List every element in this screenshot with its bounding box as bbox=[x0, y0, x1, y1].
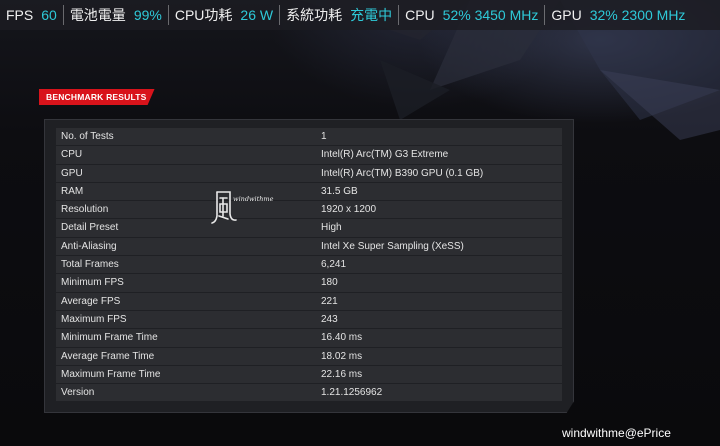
row-label: CPU bbox=[61, 149, 83, 161]
results-table: No. of Tests 1 CPU Intel(R) Arc(TM) G3 Extr… bbox=[56, 128, 562, 402]
row-label: Detail Preset bbox=[61, 222, 119, 234]
row-label: No. of Tests bbox=[61, 131, 114, 142]
osd-battery: 電池電量 99% bbox=[64, 5, 169, 25]
osd-cpu-power: CPU功耗 26 W bbox=[169, 5, 281, 25]
osd-cpu-power-label: CPU功耗 bbox=[174, 7, 233, 23]
osd-fps-value: 60 bbox=[41, 7, 57, 23]
table-row: Average FPS 221 bbox=[56, 292, 562, 310]
osd-battery-label: 電池電量 bbox=[69, 7, 126, 23]
table-row: No. of Tests 1 bbox=[56, 128, 562, 146]
table-row: Anti-Aliasing Intel Xe Super Sampling (Xe… bbox=[56, 237, 562, 256]
row-value: High bbox=[321, 222, 342, 234]
row-label: Maximum Frame Time bbox=[61, 368, 161, 380]
osd-system-power: 系統功耗 充電中 bbox=[280, 5, 400, 25]
osd-system-power-value: 充電中 bbox=[350, 7, 393, 23]
table-row: Version 1.21.1256962 bbox=[56, 384, 562, 402]
benchmark-results-header: BENCHMARK RESULTS bbox=[39, 89, 155, 105]
row-value: 1920 x 1200 bbox=[321, 204, 377, 216]
row-value: Intel(R) Arc(TM) B390 GPU (0.1 GB) bbox=[321, 167, 484, 179]
table-row: Total Frames 6,241 bbox=[56, 256, 562, 274]
row-value: 1.21.1256962 bbox=[321, 387, 383, 399]
table-row: CPU Intel(R) Arc(TM) G3 Extreme bbox=[56, 146, 562, 164]
row-label: Minimum Frame Time bbox=[61, 332, 158, 344]
row-label: Average FPS bbox=[61, 295, 121, 307]
table-row: Average Frame Time 18.02 ms bbox=[56, 347, 562, 365]
row-value: 16.40 ms bbox=[321, 332, 363, 344]
row-value: 180 bbox=[321, 277, 338, 289]
row-value: Intel(R) Arc(TM) G3 Extreme bbox=[321, 149, 449, 161]
table-row: Minimum Frame Time 16.40 ms bbox=[56, 329, 562, 347]
row-label: Version bbox=[61, 387, 95, 399]
row-label: RAM bbox=[61, 185, 84, 197]
osd-cpu: CPU 52% 3450 MHz bbox=[399, 5, 546, 25]
row-label: Total Frames bbox=[61, 259, 119, 271]
osd-gpu-value: 32% 2300 MHz bbox=[589, 7, 686, 23]
table-row: Minimum FPS 180 bbox=[56, 274, 562, 292]
table-row: Maximum Frame Time 22.16 ms bbox=[56, 365, 562, 384]
osd-gpu: GPU 32% 2300 MHz bbox=[545, 5, 691, 25]
row-value: 22.16 ms bbox=[321, 368, 363, 380]
osd-gpu-label: GPU bbox=[551, 7, 582, 23]
screen: FPS 60 電池電量 99% CPU功耗 26 W 系統功耗 充電中 CPU … bbox=[0, 0, 720, 446]
image-credit: windwithme@ePrice bbox=[562, 426, 671, 440]
table-row: GPU Intel(R) Arc(TM) B390 GPU (0.1 GB) bbox=[56, 164, 562, 182]
row-value: Intel Xe Super Sampling (XeSS) bbox=[321, 240, 464, 252]
row-value: 31.5 GB bbox=[321, 185, 358, 197]
osd-cpu-label: CPU bbox=[405, 7, 435, 23]
row-value: 1 bbox=[321, 131, 327, 142]
row-label: GPU bbox=[61, 167, 83, 179]
row-value: 243 bbox=[321, 313, 338, 325]
row-value: 221 bbox=[321, 295, 338, 307]
row-label: Anti-Aliasing bbox=[61, 240, 117, 252]
table-row: Maximum FPS 243 bbox=[56, 310, 562, 329]
row-label: Resolution bbox=[61, 204, 109, 216]
row-label: Average Frame Time bbox=[61, 350, 155, 362]
osd-system-power-label: 系統功耗 bbox=[286, 7, 343, 23]
table-row: RAM 31.5 GB bbox=[56, 182, 562, 201]
osd-fps: FPS 60 bbox=[0, 5, 64, 25]
row-value: 6,241 bbox=[321, 259, 347, 271]
table-row: Resolution 1920 x 1200 bbox=[56, 201, 562, 219]
osd-battery-value: 99% bbox=[133, 7, 162, 23]
table-row: Detail Preset High bbox=[56, 219, 562, 237]
osd-cpu-value: 52% 3450 MHz bbox=[442, 7, 539, 23]
osd-cpu-power-value: 26 W bbox=[240, 7, 274, 23]
row-value: 18.02 ms bbox=[321, 350, 363, 362]
row-label: Maximum FPS bbox=[61, 313, 127, 325]
osd-fps-label: FPS bbox=[6, 7, 34, 23]
performance-overlay: FPS 60 電池電量 99% CPU功耗 26 W 系統功耗 充電中 CPU … bbox=[0, 0, 720, 30]
benchmark-results-panel: No. of Tests 1 CPU Intel(R) Arc(TM) G3 Extr… bbox=[44, 119, 574, 413]
row-label: Minimum FPS bbox=[61, 277, 124, 289]
